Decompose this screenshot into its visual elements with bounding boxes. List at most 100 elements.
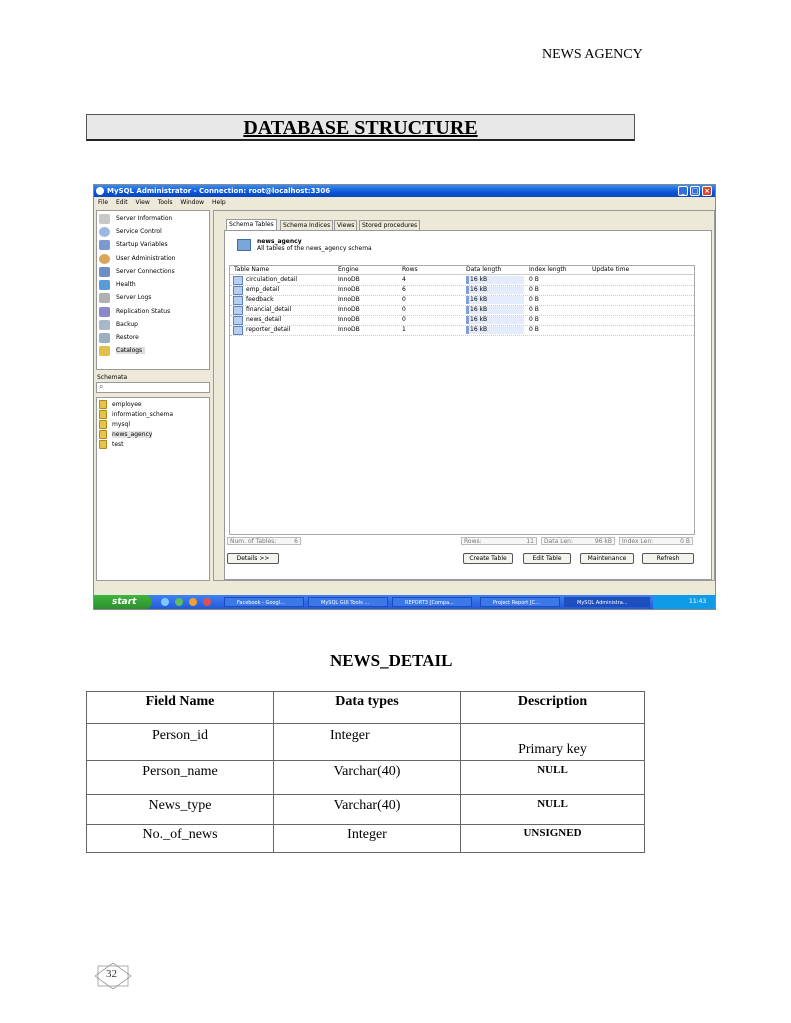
schema-description: All tables of the news_agency schema [257, 245, 372, 252]
nav-backup[interactable]: Backup [99, 319, 138, 331]
menu-view[interactable]: View [136, 199, 150, 206]
row-index-length: 0 B [529, 286, 539, 293]
schema-item-test[interactable]: test [99, 440, 124, 450]
taskbar-item-mysql-gui-tools[interactable]: MySQL GUI Tools ... [308, 597, 388, 607]
schema-item-news-agency[interactable]: news_agency [99, 430, 153, 440]
cell-desc: Primary key [460, 723, 645, 761]
mysql-admin-screenshot: MySQL Administrator - Connection: root@l… [93, 184, 716, 610]
row-data-length: 16 kB [470, 326, 488, 333]
menu-tools[interactable]: Tools [158, 199, 173, 206]
menu-edit[interactable]: Edit [116, 199, 128, 206]
create-table-button[interactable]: Create Table [463, 553, 513, 564]
database-icon [99, 420, 107, 429]
minimize-icon[interactable]: _ [678, 186, 688, 196]
table-row: No._of_news Integer UNSIGNED [86, 824, 645, 853]
quicklaunch-media-icon[interactable] [175, 598, 183, 606]
col-index-length[interactable]: Index length [529, 266, 567, 274]
col-rows[interactable]: Rows [402, 266, 418, 274]
row-data-length: 16 kB [470, 306, 488, 313]
col-data-length[interactable]: Data length [466, 266, 501, 274]
row-data-length: 16 kB [470, 296, 488, 303]
schema-item-mysql[interactable]: mysql [99, 420, 130, 430]
cell-field: No._of_news [86, 824, 274, 853]
close-icon[interactable]: × [702, 186, 712, 196]
row-rows: 0 [402, 306, 406, 313]
row-table-name: circulation_detail [246, 276, 298, 283]
health-icon [99, 279, 110, 290]
tab-content: news_agency All tables of the news_agenc… [224, 230, 712, 580]
schemata-label: Schemata [97, 374, 128, 381]
table-icon [233, 326, 243, 335]
col-table-name[interactable]: Table Name [234, 266, 269, 274]
row-engine: InnoDB [338, 306, 360, 313]
row-engine: InnoDB [338, 296, 360, 303]
maximize-icon[interactable]: □ [690, 186, 700, 196]
quicklaunch-app-icon[interactable] [203, 598, 211, 606]
running-header: NEWS AGENCY [542, 47, 643, 62]
status-rows: Rows: 11 [461, 537, 537, 545]
restore-icon [99, 332, 110, 343]
status-index-len: Index Len: 0 B [619, 537, 693, 545]
status-data-len: Data Len: 96 kB [541, 537, 615, 545]
nav-catalogs[interactable]: Catalogs [99, 345, 146, 357]
nav-user-administration[interactable]: User Administration [99, 253, 176, 265]
row-table-name: reporter_detail [246, 326, 291, 333]
nav-restore[interactable]: Restore [99, 332, 139, 344]
details-button[interactable]: Details >> [227, 553, 279, 564]
news-detail-table: Field Name Data types Description Person… [86, 691, 645, 853]
col-update-time[interactable]: Update time [592, 266, 629, 274]
nav-replication-status[interactable]: Replication Status [99, 306, 170, 318]
nav-server-connections[interactable]: Server Connections [99, 266, 175, 278]
schema-item-employee[interactable]: employee [99, 400, 142, 410]
row-table-name: emp_detail [246, 286, 280, 293]
menu-window[interactable]: Window [180, 199, 204, 206]
data-length-fill [466, 296, 469, 304]
edit-table-button[interactable]: Edit Table [523, 553, 571, 564]
database-icon [99, 400, 107, 409]
menu-file[interactable]: File [98, 199, 108, 206]
table-row: Person_name Varchar(40) NULL [86, 760, 645, 795]
taskbar-item-mysql-administrator[interactable]: MySQL Administra... [564, 597, 650, 607]
header-field-name: Field Name [86, 691, 274, 724]
nav-server-logs[interactable]: Server Logs [99, 292, 151, 304]
cell-desc: NULL [460, 794, 645, 825]
row-data-length: 16 kB [470, 276, 488, 283]
taskbar-item-project-report[interactable]: Project Report [C... [480, 597, 560, 607]
col-engine[interactable]: Engine [338, 266, 359, 274]
taskbar-item-facebook[interactable]: Facebook - Googl... [224, 597, 304, 607]
refresh-button[interactable]: Refresh [642, 553, 694, 564]
row-engine: InnoDB [338, 286, 360, 293]
start-button[interactable]: start [94, 595, 152, 609]
menu-help[interactable]: Help [212, 199, 226, 206]
nav-service-control[interactable]: Service Control [99, 226, 162, 238]
quicklaunch-ie-icon[interactable] [161, 598, 169, 606]
cell-type: Varchar(40) [273, 760, 461, 795]
row-rows: 0 [402, 316, 406, 323]
row-rows: 4 [402, 276, 406, 283]
windows-taskbar: start Facebook - Googl... MySQL GUI Tool… [94, 595, 715, 609]
catalogs-icon [99, 345, 110, 356]
data-length-fill [466, 286, 469, 294]
maintenance-button[interactable]: Maintenance [580, 553, 634, 564]
database-icon [99, 440, 107, 449]
server-icon [99, 213, 110, 224]
cell-type: Integer [273, 824, 461, 853]
page-number-ornament: 32 [94, 962, 132, 990]
row-index-length: 0 B [529, 316, 539, 323]
row-data-length: 16 kB [470, 286, 488, 293]
schemata-search-input[interactable]: ⌕ [96, 382, 210, 393]
table-icon [233, 276, 243, 285]
row-table-name: financial_detail [246, 306, 292, 313]
nav-startup-variables[interactable]: Startup Variables [99, 239, 168, 251]
cell-field: Person_id [86, 723, 274, 761]
tables-grid: Table Name Engine Rows Data length Index… [229, 265, 695, 535]
quicklaunch-firefox-icon[interactable] [189, 598, 197, 606]
nav-server-information[interactable]: Server Information [99, 213, 172, 225]
schema-item-information-schema[interactable]: information_schema [99, 410, 173, 420]
grid-row[interactable]: reporter_detail InnoDB 1 16 kB 0 B [230, 325, 694, 336]
table-icon [233, 306, 243, 315]
section-title-box: DATABASE STRUCTURE [86, 114, 635, 141]
nav-health[interactable]: Health [99, 279, 136, 291]
taskbar-item-report3[interactable]: REPORT3 [Compa... [392, 597, 472, 607]
database-icon [99, 430, 107, 439]
